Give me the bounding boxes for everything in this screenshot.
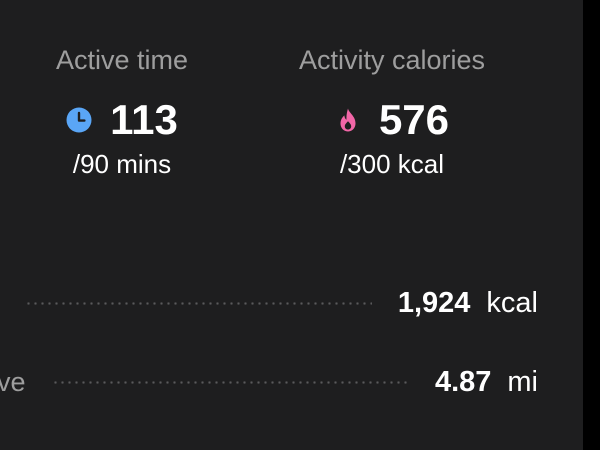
clock-icon <box>66 107 92 133</box>
distance-row-value: 4.87 <box>434 366 492 398</box>
activity-calories-value: 576 <box>378 96 450 143</box>
activity-calories-title: Activity calories <box>298 45 486 75</box>
active-time-goal: /90 mins <box>72 149 172 179</box>
active-time-value: 113 <box>110 96 178 143</box>
distance-row-label: ctive <box>0 367 26 397</box>
distance-row[interactable]: ctive 4.87 mi <box>0 362 538 402</box>
distance-row-unit: mi <box>507 366 538 398</box>
dotted-leader <box>24 301 372 305</box>
calories-row-unit: kcal <box>486 287 538 319</box>
active-time-title: Active time <box>55 45 189 75</box>
screen-edge <box>583 0 600 450</box>
active-time-value-row: 113 <box>22 96 222 144</box>
activity-calories-goal: /300 kcal <box>339 149 445 179</box>
activity-calories-value-row: 576 <box>272 96 512 144</box>
activity-calories-stat[interactable]: Activity calories 576 /300 kcal <box>272 44 512 180</box>
active-time-stat[interactable]: Active time 113 /90 mins <box>22 44 222 180</box>
calories-row[interactable]: es 1,924 kcal <box>0 283 538 323</box>
dotted-leader <box>51 380 409 384</box>
calories-row-value: 1,924 <box>397 287 471 319</box>
activity-summary-screen: Active time 113 /90 mins Activity calori… <box>0 0 583 450</box>
flame-icon <box>335 107 361 133</box>
